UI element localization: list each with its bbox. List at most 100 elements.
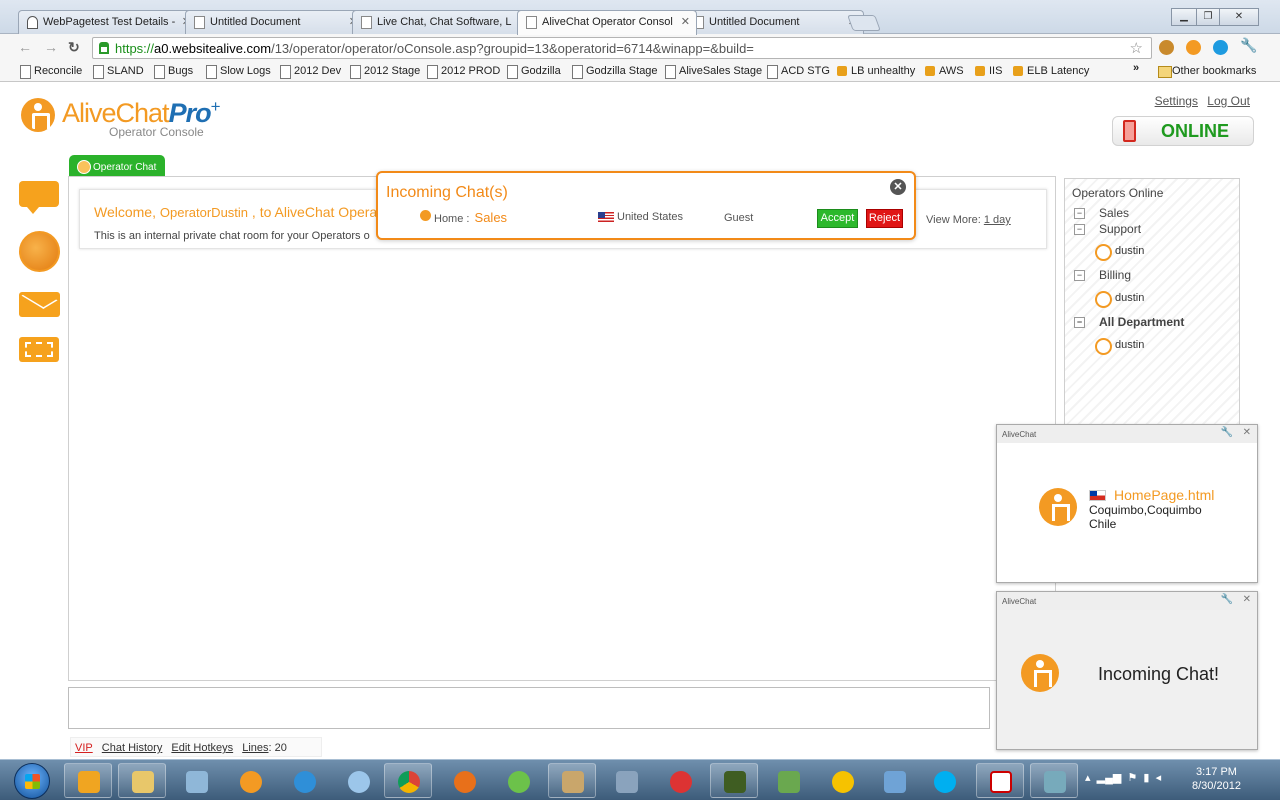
operator-item[interactable]: dustin: [1095, 291, 1144, 308]
ie-icon: [294, 771, 316, 793]
collapse-icon[interactable]: −: [1074, 208, 1085, 220]
taskbar-app[interactable]: [172, 763, 220, 798]
taskbar-acrobat[interactable]: [976, 763, 1024, 798]
taskbar-outlook[interactable]: [64, 763, 112, 798]
safari-icon: [348, 771, 370, 793]
alivechat-extension-icon[interactable]: [1186, 40, 1201, 55]
bookmark-item[interactable]: Bugs: [154, 65, 193, 79]
taskbar-chrome[interactable]: [384, 763, 432, 798]
desktop-notification[interactable]: AliveChat 🔧 ✕ HomePage.html Coquimbo,Coq…: [996, 424, 1258, 583]
close-icon[interactable]: ✕: [1243, 594, 1251, 605]
browser-tab[interactable]: Live Chat, Chat Software, L ✕: [352, 10, 532, 34]
taskbar-dreamweaver[interactable]: [710, 763, 758, 798]
bookmark-item[interactable]: AliveSales Stage: [665, 65, 762, 79]
cookie-extension-icon[interactable]: [1159, 40, 1174, 55]
wrench-icon[interactable]: 🔧: [1221, 594, 1233, 605]
department-sales[interactable]: − Sales: [1074, 206, 1129, 220]
bookmark-item[interactable]: Godzilla: [507, 65, 561, 79]
close-window-button[interactable]: ✕: [1219, 8, 1259, 26]
bookmark-item[interactable]: 2012 Dev: [280, 65, 341, 79]
taskbar-firefox[interactable]: [440, 763, 488, 798]
fullscreen-icon[interactable]: [19, 337, 59, 362]
taskbar-app[interactable]: [870, 763, 918, 798]
chat-message-input[interactable]: [68, 687, 990, 729]
taskbar-app[interactable]: [656, 763, 704, 798]
other-bookmarks-folder[interactable]: Other bookmarks: [1158, 65, 1256, 78]
reload-icon[interactable]: ↻: [68, 39, 80, 56]
browser-tab[interactable]: WebPagetest Test Details - ✕: [18, 10, 198, 34]
collapse-icon[interactable]: −: [1074, 270, 1085, 282]
bookmark-item[interactable]: Slow Logs: [206, 65, 271, 79]
system-tray[interactable]: ▴ ▂▄▆ ⚑ ▮ ◂: [1085, 771, 1161, 784]
notification-header: AliveChat 🔧 ✕: [997, 425, 1257, 443]
taskbar-app[interactable]: [548, 763, 596, 798]
taskbar-app[interactable]: [494, 763, 542, 798]
new-tab-button[interactable]: [847, 15, 881, 31]
maximize-button[interactable]: ❐: [1196, 8, 1220, 26]
view-more-1-day-link[interactable]: 1 day: [984, 214, 1011, 226]
taskbar-skype[interactable]: [920, 763, 968, 798]
chat-history-link[interactable]: Chat History: [102, 742, 163, 754]
vip-link[interactable]: VIP: [75, 742, 93, 754]
browser-tab-active[interactable]: AliveChat Operator Consol ✕: [517, 10, 697, 35]
taskbar-safari[interactable]: [334, 763, 382, 798]
lines-setting[interactable]: Lines: 20: [242, 742, 287, 754]
taskbar-ie[interactable]: [280, 763, 328, 798]
edit-hotkeys-link[interactable]: Edit Hotkeys: [171, 742, 233, 754]
back-arrow-icon[interactable]: ←: [18, 39, 32, 55]
bookmark-item[interactable]: 2012 Stage: [350, 65, 420, 79]
bookmark-item[interactable]: IIS: [975, 65, 1002, 77]
taskbar-app[interactable]: [1030, 763, 1078, 798]
department-billing[interactable]: − Billing: [1074, 268, 1131, 282]
bookmark-item[interactable]: LB unhealthy: [837, 65, 915, 77]
visitor-page-link[interactable]: HomePage.html: [1114, 487, 1214, 503]
wrench-icon[interactable]: 🔧: [1240, 37, 1257, 54]
skype-extension-icon[interactable]: [1213, 40, 1228, 55]
status-toggle[interactable]: ONLINE: [1112, 116, 1254, 146]
wrench-icon[interactable]: 🔧: [1221, 427, 1233, 438]
document-icon: [526, 16, 537, 29]
taskbar-alivechat[interactable]: [226, 763, 274, 798]
minimize-button[interactable]: ▁: [1171, 8, 1197, 26]
tab-operator-chat[interactable]: Operator Chat: [69, 155, 165, 177]
bookmark-item[interactable]: Reconcile: [20, 65, 82, 79]
collapse-icon[interactable]: −: [1074, 317, 1085, 329]
bookmark-item[interactable]: 2012 PROD: [427, 65, 500, 79]
browser-tab[interactable]: Untitled Document ✕: [684, 10, 864, 34]
address-bar[interactable]: https://a0.websitealive.com/13/operator/…: [92, 37, 1152, 59]
bookmarks-bar: Reconcile SLAND Bugs Slow Logs 2012 Dev …: [0, 62, 1280, 82]
alivechat-icon: [240, 771, 262, 793]
bookmark-star-icon[interactable]: ☆: [1130, 39, 1143, 57]
bookmark-item[interactable]: Godzilla Stage: [572, 65, 658, 79]
bookmark-item[interactable]: ELB Latency: [1013, 65, 1089, 77]
taskbar-app[interactable]: [602, 763, 650, 798]
taskbar-explorer[interactable]: [118, 763, 166, 798]
chat-bubble-icon[interactable]: [19, 181, 59, 214]
settings-link[interactable]: Settings: [1155, 94, 1198, 108]
taskbar-evernote[interactable]: [764, 763, 812, 798]
department-all[interactable]: − All Department: [1074, 315, 1184, 329]
bookmark-item[interactable]: SLAND: [93, 65, 144, 79]
close-tab-icon[interactable]: ✕: [681, 15, 690, 28]
accept-button[interactable]: Accept: [817, 209, 858, 228]
close-icon[interactable]: ✕: [1243, 427, 1251, 438]
desktop-notification[interactable]: AliveChat 🔧 ✕ Incoming Chat!: [996, 591, 1258, 750]
taskbar-app[interactable]: [818, 763, 866, 798]
close-icon[interactable]: ✕: [890, 179, 906, 195]
department-support[interactable]: − Support: [1074, 222, 1141, 236]
mail-icon[interactable]: [19, 287, 60, 317]
logout-link[interactable]: Log Out: [1207, 94, 1250, 108]
collapse-icon[interactable]: −: [1074, 224, 1085, 236]
bookmarks-overflow-chevron[interactable]: »: [1133, 62, 1139, 74]
welcome-description: This is an internal private chat room fo…: [94, 230, 370, 242]
browser-tab[interactable]: Untitled Document ✕: [185, 10, 365, 34]
taskbar-clock[interactable]: 3:17 PM 8/30/2012: [1192, 765, 1241, 793]
operator-item[interactable]: dustin: [1095, 244, 1144, 261]
bookmark-item[interactable]: AWS: [925, 65, 964, 77]
forward-arrow-icon[interactable]: →: [44, 39, 58, 55]
operator-item[interactable]: dustin: [1095, 338, 1144, 355]
reject-button[interactable]: Reject: [866, 209, 903, 228]
globe-icon[interactable]: [19, 231, 60, 272]
bookmark-item[interactable]: ACD STG: [767, 65, 830, 79]
start-button[interactable]: [14, 763, 50, 799]
